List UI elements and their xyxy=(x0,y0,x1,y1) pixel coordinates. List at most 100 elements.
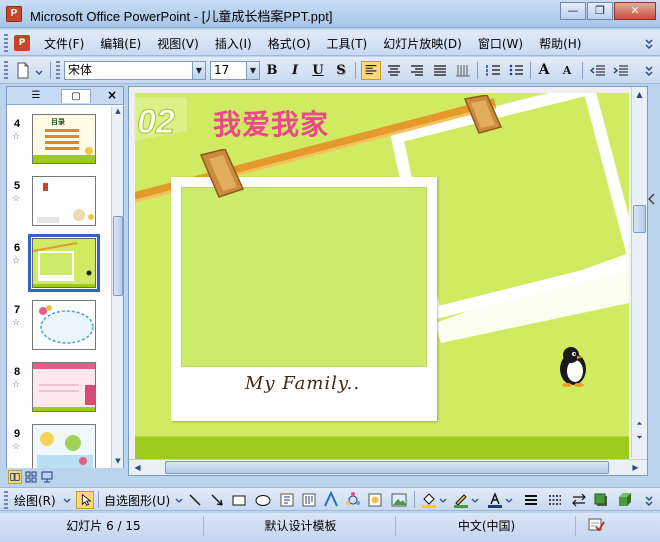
pane-resize-handle-icon[interactable] xyxy=(646,192,656,206)
shadow-button[interactable]: S xyxy=(331,61,351,80)
slide-thumbnail[interactable] xyxy=(32,424,96,468)
select-objects-icon[interactable] xyxy=(76,491,94,509)
chevron-down-icon[interactable] xyxy=(470,491,480,509)
spelling-check-icon[interactable] xyxy=(586,516,606,534)
chevron-down-icon[interactable] xyxy=(438,491,448,509)
slide-thumbnail-item[interactable]: 8 ☆ xyxy=(7,358,111,420)
new-dropdown-icon[interactable] xyxy=(34,61,44,80)
restore-button[interactable]: ❐ xyxy=(587,2,613,20)
next-slide-icon[interactable]: ⏷ xyxy=(633,431,646,444)
textbox-tool-icon[interactable] xyxy=(278,491,296,509)
minimize-button[interactable]: — xyxy=(560,2,586,20)
font-name-select[interactable]: 宋体 ▼ xyxy=(64,61,206,80)
slide-thumbnail-item[interactable]: 4 ☆ 目录 xyxy=(7,110,111,172)
thumbnail-scrollbar[interactable]: ▲ ▼ xyxy=(111,106,123,468)
previous-slide-icon[interactable]: ⏶ xyxy=(633,417,646,430)
font-size-select[interactable]: 17 ▼ xyxy=(210,61,260,80)
close-button[interactable]: ✕ xyxy=(614,2,656,20)
chevron-down-icon[interactable]: ▼ xyxy=(192,62,205,79)
line-tool-icon[interactable] xyxy=(186,491,204,509)
arrow-style-icon[interactable] xyxy=(570,491,588,509)
font-color-icon[interactable] xyxy=(486,491,504,509)
justify-icon[interactable] xyxy=(430,61,450,80)
align-left-icon[interactable] xyxy=(361,61,381,80)
toolbar-grip-handle[interactable] xyxy=(4,491,8,509)
arrow-tool-icon[interactable] xyxy=(208,491,226,509)
diagram-icon[interactable] xyxy=(344,491,362,509)
tab-outline[interactable]: ☰ xyxy=(21,89,51,103)
slide-caption[interactable]: My Family.. xyxy=(245,373,360,394)
distribute-icon[interactable] xyxy=(453,61,473,80)
slide-thumbnail[interactable] xyxy=(32,362,96,412)
menu-view[interactable]: 视图(V) xyxy=(157,35,199,52)
bullets-icon[interactable] xyxy=(506,61,526,80)
slide-canvas[interactable]: My Family.. 02 我爱我家 xyxy=(135,93,629,461)
slide-sorter-view-icon[interactable] xyxy=(24,470,38,484)
menu-grip-handle[interactable] xyxy=(4,34,8,52)
normal-view-icon[interactable] xyxy=(8,470,22,484)
toolbar-options-icon[interactable] xyxy=(644,61,654,79)
3d-style-icon[interactable] xyxy=(616,491,634,509)
fill-color-icon[interactable] xyxy=(420,491,438,509)
scroll-thumb[interactable] xyxy=(113,216,123,296)
scroll-left-icon[interactable]: ◀ xyxy=(131,461,144,474)
draw-menu-button[interactable]: 绘图(R) xyxy=(14,492,56,509)
menu-tools[interactable]: 工具(T) xyxy=(327,35,368,52)
scroll-thumb[interactable] xyxy=(633,205,646,233)
slide-thumbnail-item[interactable]: 5 ☆ xyxy=(7,172,111,234)
slideshow-view-icon[interactable] xyxy=(40,470,54,484)
align-center-icon[interactable] xyxy=(384,61,404,80)
slide-thumbnail-item[interactable]: 9 ☆ xyxy=(7,420,111,468)
wordart-icon[interactable] xyxy=(322,491,340,509)
design-template-status[interactable]: 默认设计模板 xyxy=(206,516,396,536)
vertical-textbox-icon[interactable] xyxy=(300,491,318,509)
align-right-icon[interactable] xyxy=(407,61,427,80)
tab-slides[interactable]: ▢ xyxy=(61,89,91,103)
slide-thumbnail[interactable] xyxy=(32,300,96,350)
insert-picture-icon[interactable] xyxy=(390,491,408,509)
rectangle-tool-icon[interactable] xyxy=(230,491,248,509)
menu-insert[interactable]: 插入(I) xyxy=(215,35,252,52)
increase-font-size-button[interactable]: A xyxy=(534,61,554,80)
dash-style-icon[interactable] xyxy=(546,491,564,509)
document-icon[interactable]: P xyxy=(14,35,30,51)
bold-button[interactable]: B xyxy=(262,61,282,80)
line-style-icon[interactable] xyxy=(522,491,540,509)
slide-horizontal-scrollbar[interactable]: ◀ ▶ xyxy=(129,459,647,475)
line-color-icon[interactable] xyxy=(452,491,470,509)
slide-thumbnail-item[interactable]: 6 ☆ xyxy=(7,234,111,296)
scroll-down-icon[interactable]: ▼ xyxy=(113,457,123,467)
decrease-indent-icon[interactable] xyxy=(588,61,608,80)
menu-edit[interactable]: 编辑(E) xyxy=(100,35,141,52)
toolbar-options-icon[interactable] xyxy=(644,34,654,52)
shadow-style-icon[interactable] xyxy=(592,491,610,509)
decrease-font-size-button[interactable]: A xyxy=(557,61,577,80)
increase-indent-icon[interactable] xyxy=(611,61,631,80)
toolbar-grip-handle[interactable] xyxy=(4,61,8,79)
scroll-up-icon[interactable]: ▲ xyxy=(633,88,646,101)
chevron-down-icon[interactable] xyxy=(504,491,514,509)
new-document-icon[interactable] xyxy=(14,61,32,80)
slide-vertical-scrollbar[interactable]: ▲ ⏶ ⏷ xyxy=(631,87,647,457)
underline-button[interactable]: U xyxy=(308,61,328,80)
language-status[interactable]: 中文(中国) xyxy=(398,516,576,536)
slide-title[interactable]: 我爱我家 xyxy=(213,103,329,143)
slide-thumbnail[interactable]: 目录 xyxy=(32,114,96,164)
scroll-up-icon[interactable]: ▲ xyxy=(113,107,123,117)
chevron-down-icon[interactable] xyxy=(62,491,72,509)
close-pane-icon[interactable]: × xyxy=(107,88,117,102)
italic-button[interactable]: I xyxy=(285,61,305,80)
scroll-thumb[interactable] xyxy=(165,461,609,474)
numbering-icon[interactable] xyxy=(483,61,503,80)
menu-format[interactable]: 格式(O) xyxy=(268,35,311,52)
slide-thumbnail[interactable] xyxy=(32,176,96,226)
toolbar-options-icon[interactable] xyxy=(644,491,654,509)
toolbar-grip-handle[interactable] xyxy=(56,61,60,79)
autoshapes-menu-button[interactable]: 自选图形(U) xyxy=(104,492,170,509)
powerpoint-app-icon[interactable]: P xyxy=(6,6,22,22)
oval-tool-icon[interactable] xyxy=(254,491,272,509)
chevron-down-icon[interactable] xyxy=(174,491,184,509)
slide-thumbnail-item[interactable]: 7 ☆ xyxy=(7,296,111,358)
scroll-right-icon[interactable]: ▶ xyxy=(629,461,642,474)
menu-slideshow[interactable]: 幻灯片放映(D) xyxy=(383,35,462,52)
